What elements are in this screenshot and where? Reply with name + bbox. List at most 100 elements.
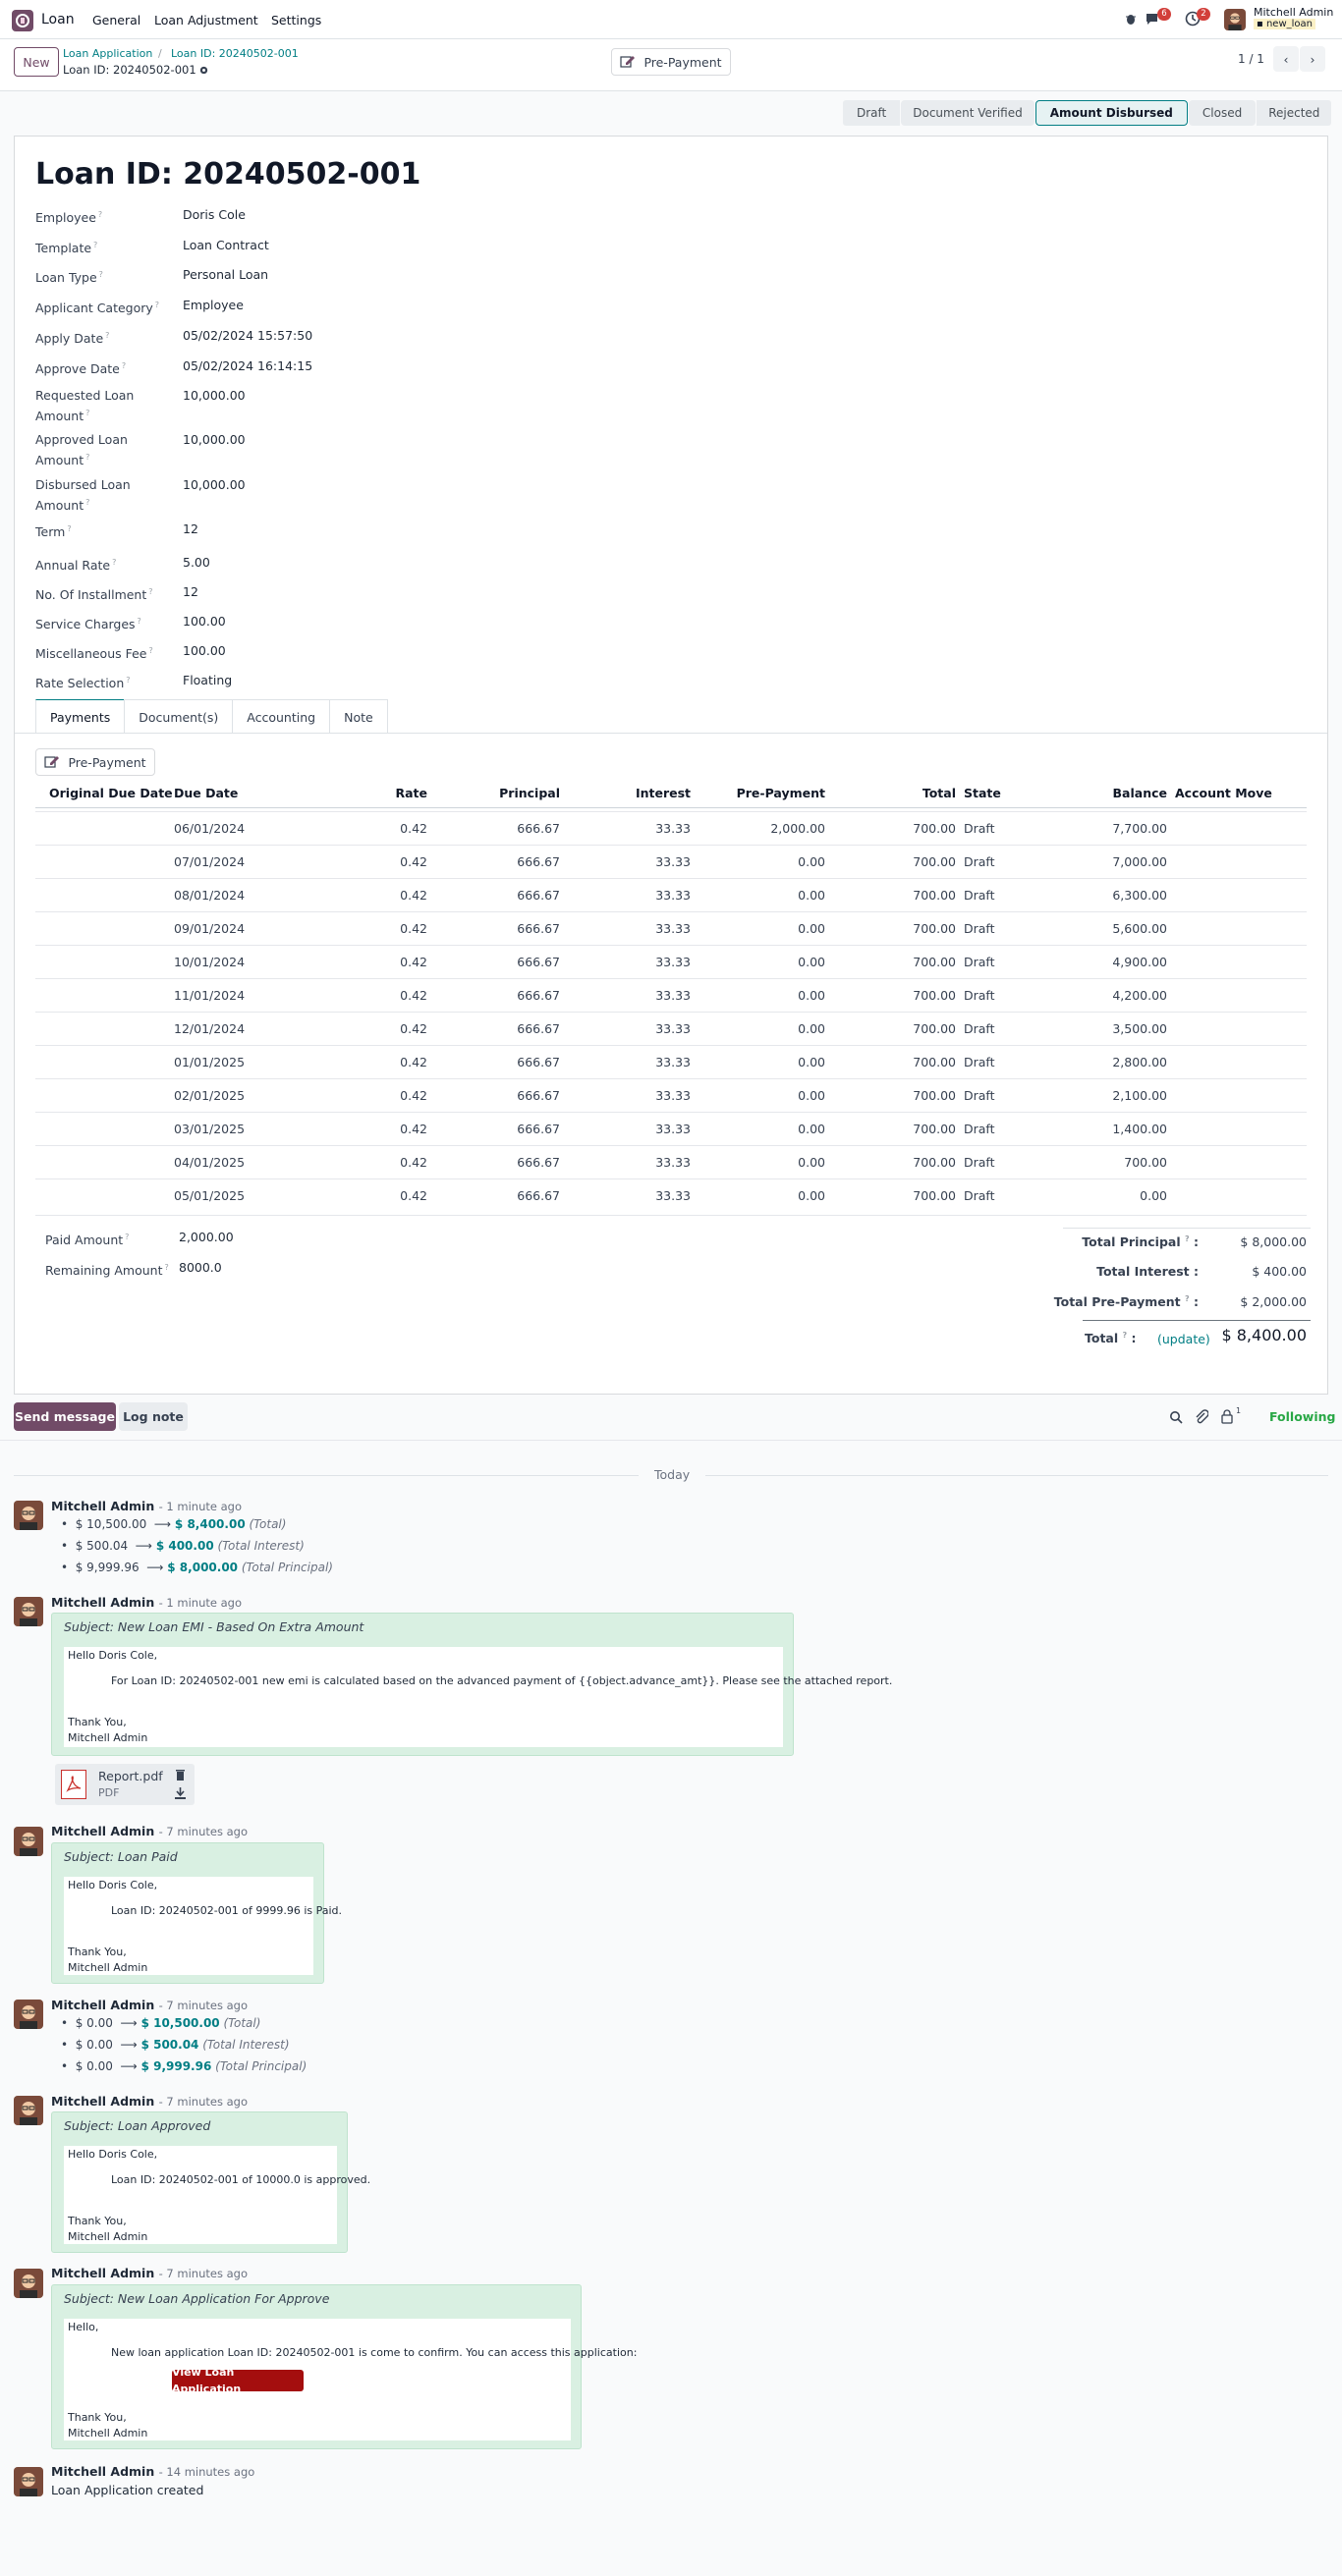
table-row[interactable]: 03/01/2025 0.42 666.67 33.33 0.00 700.00 Draft… bbox=[35, 1112, 1307, 1145]
attachment-name: Report.pdf bbox=[98, 1769, 163, 1783]
field-label: No. Of Installment? bbox=[35, 587, 153, 603]
field-value[interactable]: 05/02/2024 15:57:50 bbox=[183, 327, 312, 345]
col-pre-payment[interactable]: Pre-Payment bbox=[707, 786, 825, 800]
message-time: - 7 minutes ago bbox=[158, 2267, 248, 2280]
message-author[interactable]: Mitchell Admin - 7 minutes ago bbox=[51, 1824, 248, 1838]
col-principal[interactable]: Principal bbox=[462, 786, 560, 800]
new-button[interactable]: New bbox=[14, 47, 59, 77]
payments-prepayment-button[interactable]: Pre-Payment bbox=[35, 748, 155, 776]
cell-rate: 0.42 bbox=[400, 921, 427, 936]
col-rate[interactable]: Rate bbox=[329, 786, 427, 800]
avatar[interactable] bbox=[14, 1597, 43, 1626]
download-icon[interactable] bbox=[175, 1787, 186, 1799]
table-row[interactable]: 04/01/2025 0.42 666.67 33.33 0.00 700.00 Draft… bbox=[35, 1145, 1307, 1178]
field-value[interactable]: 05/02/2024 16:14:15 bbox=[183, 357, 312, 375]
table-row[interactable]: 11/01/2024 0.42 666.67 33.33 0.00 700.00 Draft… bbox=[35, 978, 1307, 1012]
message-author[interactable]: Mitchell Admin - 7 minutes ago bbox=[51, 2266, 248, 2280]
field-value[interactable]: Doris Cole bbox=[183, 206, 246, 224]
avatar[interactable] bbox=[14, 2000, 43, 2029]
col-balance[interactable]: Balance bbox=[1069, 786, 1167, 800]
menu-loan-adjustment[interactable]: Loan Adjustment bbox=[154, 13, 258, 27]
col-state[interactable]: State bbox=[964, 786, 1001, 800]
avatar[interactable] bbox=[14, 1501, 43, 1530]
field-value[interactable]: 12 bbox=[183, 583, 198, 601]
field-value[interactable]: 10,000.00 bbox=[183, 387, 246, 405]
app-name[interactable]: Loan bbox=[41, 12, 75, 27]
message-author[interactable]: Mitchell Admin - 7 minutes ago bbox=[51, 1998, 248, 2012]
header-prepayment-button[interactable]: Pre-Payment bbox=[611, 48, 731, 76]
avatar[interactable] bbox=[14, 1827, 43, 1856]
avatar[interactable] bbox=[14, 2269, 43, 2298]
col-original-due-date[interactable]: Original Due Date bbox=[49, 786, 173, 800]
table-row[interactable]: 12/01/2024 0.42 666.67 33.33 0.00 700.00 Draft… bbox=[35, 1012, 1307, 1045]
field-value[interactable]: Employee bbox=[183, 297, 244, 314]
field-value[interactable]: 12 bbox=[183, 521, 198, 538]
paperclip-icon[interactable] bbox=[1195, 1409, 1209, 1425]
pager-value[interactable]: 1 / 1 bbox=[1238, 52, 1264, 66]
avatar[interactable] bbox=[14, 2467, 43, 2496]
search-icon[interactable] bbox=[1169, 1410, 1183, 1424]
field-label: Requested Loan Amount? bbox=[35, 388, 135, 424]
apps-menu-icon[interactable] bbox=[12, 10, 33, 31]
menu-settings[interactable]: Settings bbox=[271, 13, 321, 27]
edit-icon bbox=[44, 754, 60, 771]
message-closing: Thank You, bbox=[68, 1716, 127, 1728]
bug-icon[interactable] bbox=[1124, 12, 1138, 26]
table-row[interactable]: 05/01/2025 0.42 666.67 33.33 0.00 700.00 Draft… bbox=[35, 1178, 1307, 1212]
message-author[interactable]: Mitchell Admin - 7 minutes ago bbox=[51, 2094, 248, 2109]
message-greeting: Hello, bbox=[68, 2321, 99, 2333]
status-rejected[interactable]: Rejected bbox=[1257, 100, 1332, 126]
status-document-verified[interactable]: Document Verified bbox=[901, 100, 1034, 126]
pager-next-button[interactable]: › bbox=[1300, 46, 1325, 72]
breadcrumb-parent[interactable]: Loan Application bbox=[63, 47, 152, 60]
field-value[interactable]: 10,000.00 bbox=[183, 431, 246, 449]
message-author[interactable]: Mitchell Admin - 14 minutes ago bbox=[51, 2464, 254, 2479]
table-row[interactable]: 10/01/2024 0.42 666.67 33.33 0.00 700.00 Draft… bbox=[35, 945, 1307, 978]
col-account-move[interactable]: Account Move bbox=[1175, 786, 1272, 800]
remaining-amount-value: 8000.0 bbox=[179, 1260, 222, 1275]
send-message-button[interactable]: Send message bbox=[14, 1402, 116, 1431]
cell-rate: 0.42 bbox=[400, 1155, 427, 1170]
breadcrumb-current[interactable]: Loan ID: 20240502-001 bbox=[171, 47, 299, 60]
field-value[interactable]: Floating bbox=[183, 672, 232, 689]
log-note-button[interactable]: Log note bbox=[119, 1402, 188, 1431]
status-closed[interactable]: Closed bbox=[1188, 100, 1257, 126]
menu-general[interactable]: General bbox=[92, 13, 140, 27]
field-value[interactable]: 100.00 bbox=[183, 613, 226, 630]
col-due-date[interactable]: Due Date bbox=[174, 786, 238, 800]
help-icon: ? bbox=[97, 210, 103, 219]
field-value[interactable]: Loan Contract bbox=[183, 237, 269, 254]
field-value[interactable]: 100.00 bbox=[183, 642, 226, 660]
user-name[interactable]: Mitchell Admin bbox=[1254, 6, 1333, 19]
attachment-card[interactable]: Report.pdf PDF bbox=[55, 1764, 195, 1805]
table-row[interactable]: 06/01/2024 0.42 666.67 33.33 2,000.00 700.00 D… bbox=[35, 811, 1307, 845]
col-interest[interactable]: Interest bbox=[592, 786, 691, 800]
tab-payments[interactable]: Payments bbox=[35, 699, 126, 734]
following-button[interactable]: Following bbox=[1269, 1409, 1335, 1424]
message-author[interactable]: Mitchell Admin - 1 minute ago bbox=[51, 1499, 242, 1513]
field-value[interactable]: Personal Loan bbox=[183, 266, 268, 284]
field-value[interactable]: 5.00 bbox=[183, 554, 210, 572]
table-row[interactable]: 09/01/2024 0.42 666.67 33.33 0.00 700.00 Draft… bbox=[35, 911, 1307, 945]
status-draft[interactable]: Draft bbox=[843, 100, 901, 126]
table-row[interactable]: 01/01/2025 0.42 666.67 33.33 0.00 700.00 Draft… bbox=[35, 1045, 1307, 1078]
avatar[interactable] bbox=[14, 2096, 43, 2125]
trash-icon[interactable] bbox=[175, 1769, 186, 1781]
message-author[interactable]: Mitchell Admin - 1 minute ago bbox=[51, 1595, 242, 1610]
cell-state: Draft bbox=[964, 888, 995, 903]
view-loan-application-button[interactable]: View Loan Application bbox=[172, 2366, 304, 2395]
field-value[interactable]: 10,000.00 bbox=[183, 476, 246, 494]
pager-previous-button[interactable]: ‹ bbox=[1273, 46, 1299, 72]
table-row[interactable]: 08/01/2024 0.42 666.67 33.33 0.00 700.00 Draft… bbox=[35, 878, 1307, 911]
table-row[interactable]: 02/01/2025 0.42 666.67 33.33 0.00 700.00 Draft… bbox=[35, 1078, 1307, 1112]
tab-documents[interactable]: Document(s) bbox=[124, 699, 234, 734]
tab-note[interactable]: Note bbox=[329, 699, 388, 734]
col-total[interactable]: Total bbox=[858, 786, 956, 800]
table-row[interactable]: 07/01/2024 0.42 666.67 33.33 0.00 700.00 Draft… bbox=[35, 845, 1307, 878]
followers-lock-icon[interactable] bbox=[1220, 1409, 1234, 1424]
settings-gear-icon[interactable] bbox=[198, 64, 209, 75]
cell-due-date: 09/01/2024 bbox=[174, 921, 246, 936]
status-amount-disbursed[interactable]: Amount Disbursed bbox=[1034, 100, 1188, 126]
user-avatar[interactable] bbox=[1224, 9, 1246, 30]
tab-accounting[interactable]: Accounting bbox=[232, 699, 331, 734]
